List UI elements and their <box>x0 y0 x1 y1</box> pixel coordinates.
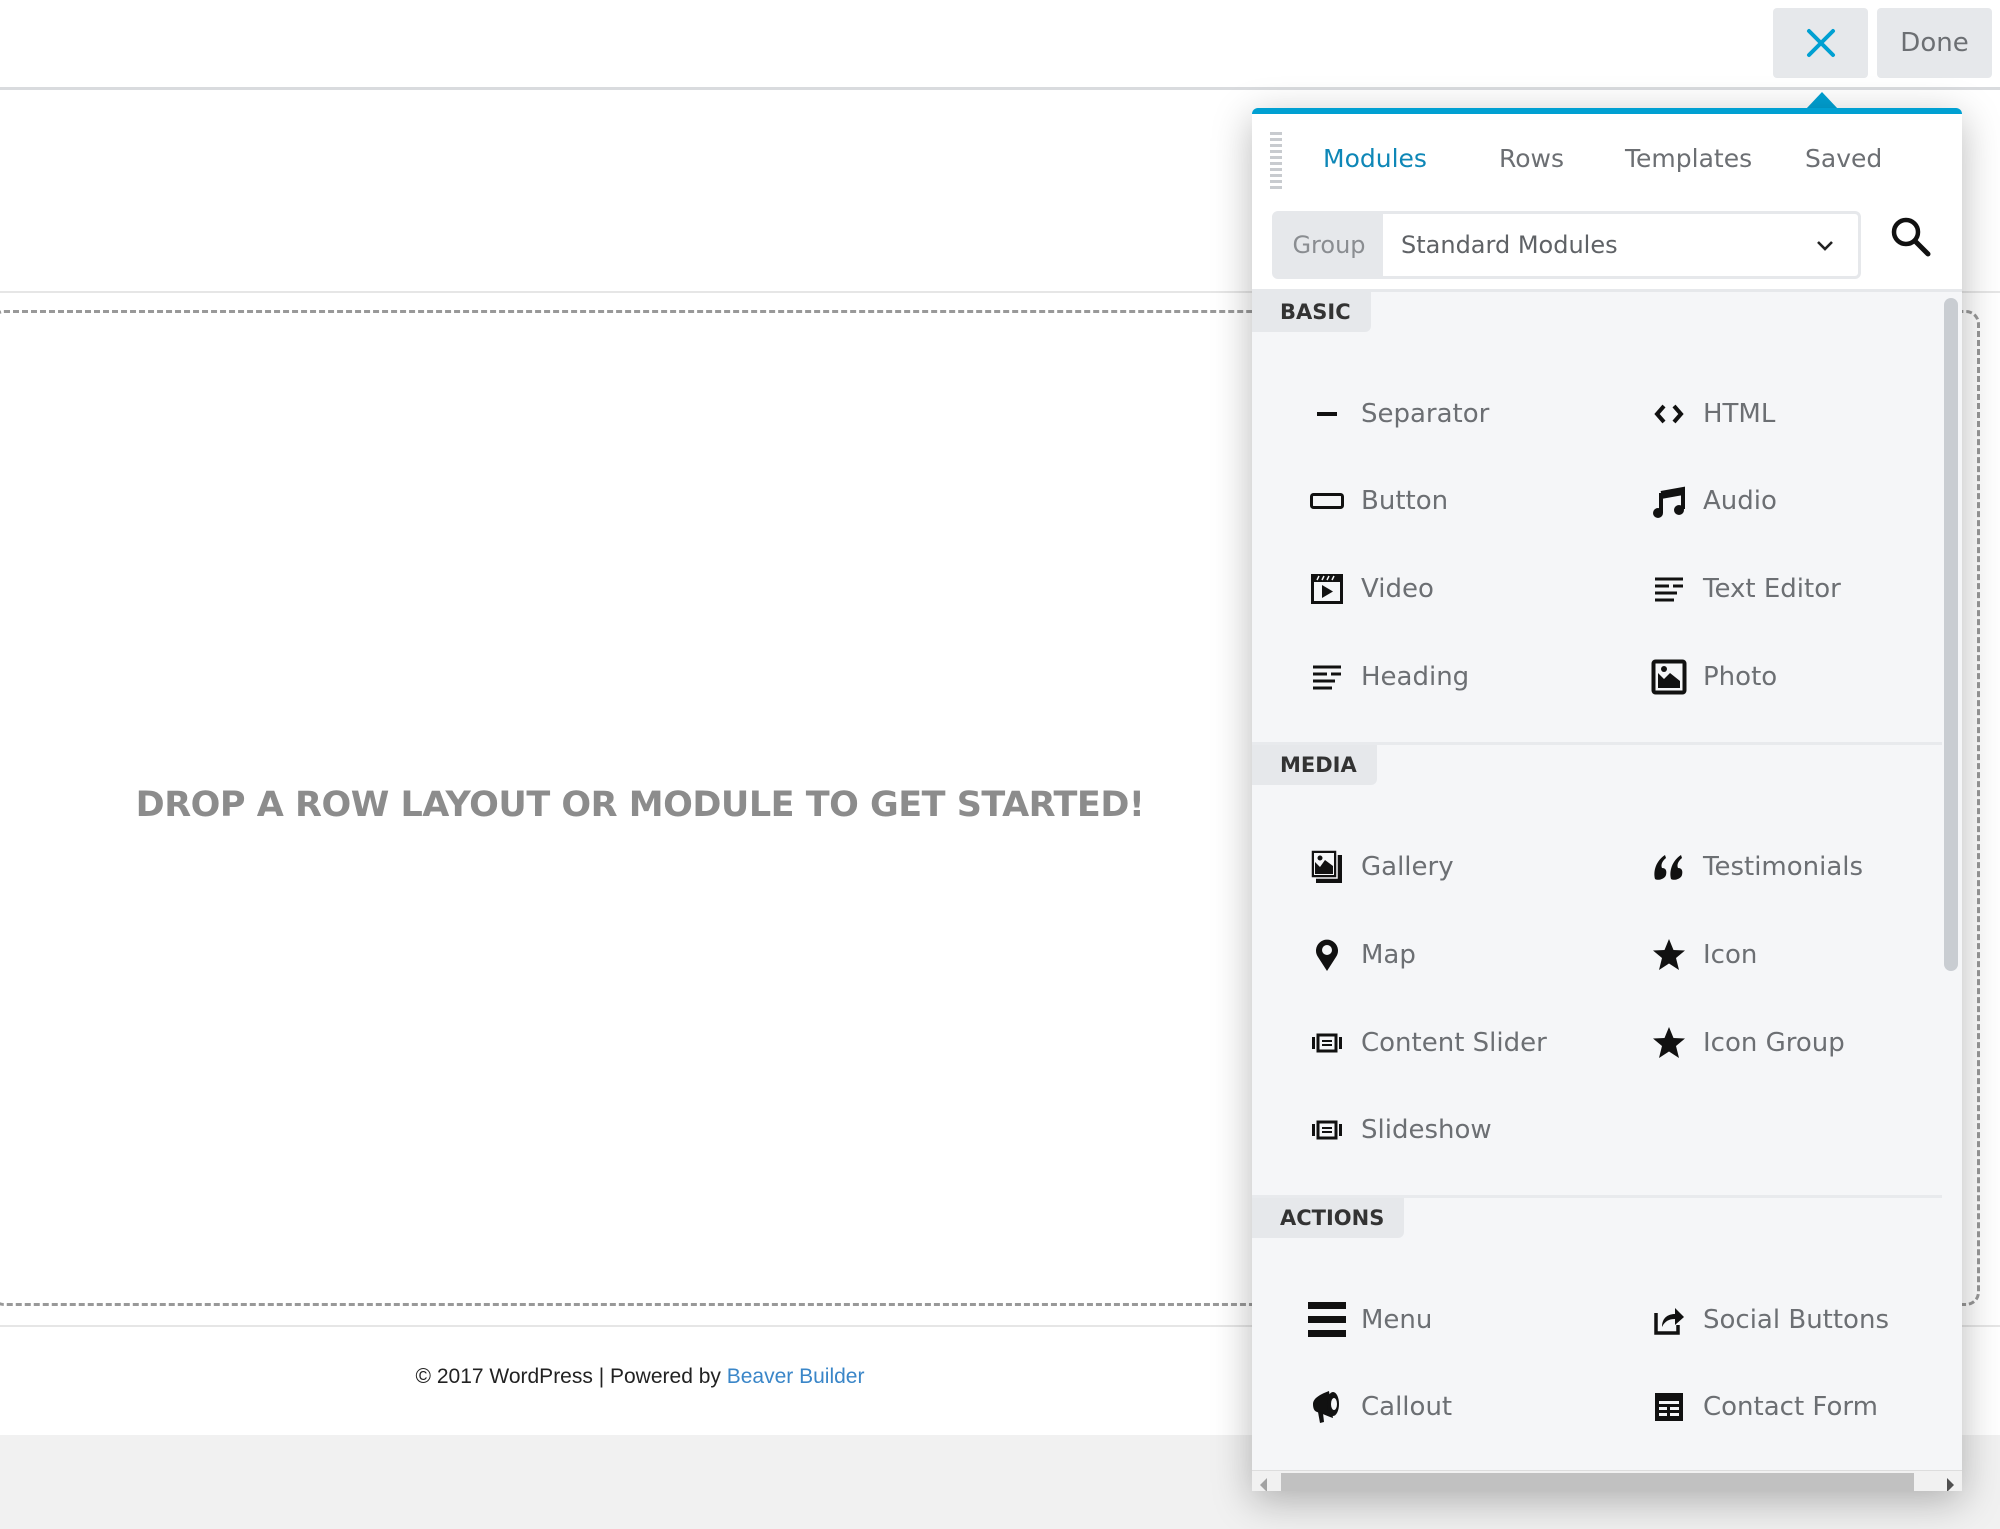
module-label: Callout <box>1361 1392 1453 1422</box>
module-icon[interactable]: Icon <box>1649 930 1757 980</box>
module-label: Photo <box>1703 662 1778 692</box>
module-audio[interactable]: Audio <box>1649 476 1777 526</box>
module-label: Testimonials <box>1703 852 1864 882</box>
module-label: HTML <box>1703 399 1776 429</box>
scroll-right-arrow[interactable] <box>1947 1478 1954 1491</box>
tab-templates[interactable]: Templates <box>1625 144 1752 173</box>
footer-text: © 2017 WordPress | Powered by <box>415 1365 727 1388</box>
separator-icon <box>1307 394 1347 434</box>
module-photo[interactable]: Photo <box>1649 652 1777 702</box>
module-list[interactable]: BASIC Separator HTML Button Audio Video … <box>1252 289 1962 1470</box>
module-button[interactable]: Button <box>1307 476 1448 526</box>
video-icon <box>1307 569 1347 609</box>
module-heading[interactable]: Heading <box>1307 652 1469 702</box>
module-callout[interactable]: Callout <box>1307 1382 1452 1432</box>
star-icon <box>1649 935 1689 975</box>
module-label: Video <box>1361 574 1434 604</box>
module-label: Text Editor <box>1703 574 1841 604</box>
drop-message: DROP A ROW LAYOUT OR MODULE TO GET START… <box>135 785 1145 825</box>
module-label: Icon <box>1703 940 1758 970</box>
group-value: Standard Modules <box>1401 231 1618 259</box>
module-label: Map <box>1361 940 1416 970</box>
horizontal-scroll-thumb[interactable] <box>1281 1473 1914 1491</box>
map-pin-icon <box>1307 935 1347 975</box>
module-slideshow[interactable]: Slideshow <box>1307 1105 1492 1155</box>
module-menu[interactable]: Menu <box>1307 1295 1432 1345</box>
module-label: Gallery <box>1361 852 1454 882</box>
button-icon <box>1307 481 1347 521</box>
close-button[interactable] <box>1773 8 1868 78</box>
module-label: Menu <box>1361 1305 1433 1335</box>
music-note-icon <box>1649 481 1689 521</box>
section-title: MEDIA <box>1252 745 1377 785</box>
module-label: Icon Group <box>1703 1028 1845 1058</box>
menu-icon <box>1307 1300 1347 1340</box>
tab-modules[interactable]: Modules <box>1323 144 1427 173</box>
module-testimonials[interactable]: Testimonials <box>1649 842 1863 892</box>
module-content-slider[interactable]: Content Slider <box>1307 1018 1547 1068</box>
module-label: Slideshow <box>1361 1115 1492 1145</box>
module-partial[interactable] <box>1307 1462 1347 1470</box>
heading-icon <box>1307 657 1347 697</box>
panel-tabs: Modules Rows Templates Saved <box>1252 144 1962 184</box>
module-html[interactable]: HTML <box>1649 389 1775 439</box>
text-editor-icon <box>1649 569 1689 609</box>
module-label: Contact Form <box>1703 1392 1878 1422</box>
module-label: Social Buttons <box>1703 1305 1889 1335</box>
horizontal-scrollbar[interactable] <box>1252 1470 1962 1491</box>
module-label: Heading <box>1361 662 1470 692</box>
megaphone-icon <box>1307 1387 1347 1427</box>
module-label: Button <box>1361 486 1449 516</box>
module-separator[interactable]: Separator <box>1307 389 1489 439</box>
close-icon <box>1806 29 1835 57</box>
quote-icon <box>1649 847 1689 887</box>
tab-rows[interactable]: Rows <box>1499 144 1564 173</box>
module-video[interactable]: Video <box>1307 564 1434 614</box>
tab-saved[interactable]: Saved <box>1805 144 1882 173</box>
photo-icon <box>1649 657 1689 697</box>
done-button[interactable]: Done <box>1877 8 1992 78</box>
group-select[interactable]: Group Standard Modules <box>1272 211 1861 279</box>
module-gallery[interactable]: Gallery <box>1307 842 1454 892</box>
module-text-editor[interactable]: Text Editor <box>1649 564 1841 614</box>
module-contact-form[interactable]: Contact Form <box>1649 1382 1878 1432</box>
vertical-scrollbar[interactable] <box>1944 298 1958 971</box>
section-title: BASIC <box>1252 292 1371 332</box>
site-footer: © 2017 WordPress | Powered by Beaver Bui… <box>0 1365 1280 1389</box>
search-button[interactable] <box>1888 214 1938 264</box>
star-icon <box>1649 1023 1689 1063</box>
module-icon-group[interactable]: Icon Group <box>1649 1018 1845 1068</box>
module-social-buttons[interactable]: Social Buttons <box>1649 1295 1889 1345</box>
chevron-down-icon <box>1817 241 1833 251</box>
module-label: Content Slider <box>1361 1028 1547 1058</box>
module-label: Audio <box>1703 486 1777 516</box>
content-panel: Modules Rows Templates Saved Group Stand… <box>1252 108 1962 1491</box>
slider-icon <box>1307 1110 1347 1150</box>
module-map[interactable]: Map <box>1307 930 1416 980</box>
section-title: ACTIONS <box>1252 1198 1405 1238</box>
share-icon <box>1649 1300 1689 1340</box>
module-label: Separator <box>1361 399 1490 429</box>
form-icon <box>1649 1387 1689 1427</box>
footer-link-beaver-builder[interactable]: Beaver Builder <box>727 1365 865 1388</box>
group-label: Group <box>1275 214 1383 276</box>
slider-icon <box>1307 1023 1347 1063</box>
group-dropdown[interactable]: Standard Modules <box>1383 214 1858 276</box>
gallery-icon <box>1307 847 1347 887</box>
code-icon <box>1649 394 1689 434</box>
builder-toolbar: Done <box>0 0 2000 90</box>
panel-pointer <box>1806 92 1838 109</box>
search-icon <box>1891 217 1931 257</box>
module-partial[interactable] <box>1649 1462 1689 1470</box>
scroll-left-arrow[interactable] <box>1260 1478 1267 1491</box>
